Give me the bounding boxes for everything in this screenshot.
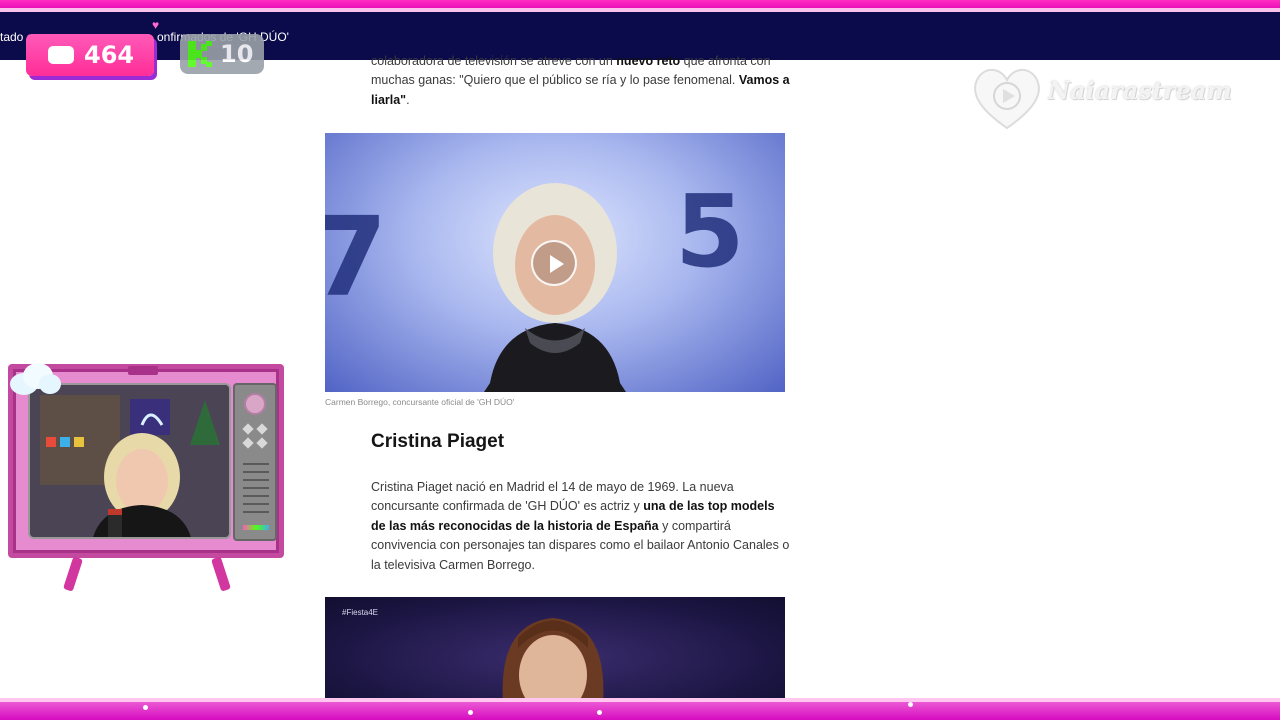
- sparkle-icon: [908, 702, 913, 707]
- tv-knob-icon: [244, 393, 266, 415]
- sparkle-icon: [143, 705, 148, 710]
- background-digit-left: 7: [325, 193, 388, 321]
- video-hashtag: #Fiesta4E: [342, 608, 379, 617]
- tv-color-bar: [243, 525, 269, 530]
- article-paragraph-intro: colaboradora de televisión se atreve con…: [371, 54, 790, 107]
- kick-icon: [188, 41, 212, 67]
- section-heading: Cristina Piaget: [371, 431, 505, 452]
- guest-figure: [502, 618, 604, 698]
- heart-play-logo-icon: [974, 69, 1040, 130]
- tv-button-icon: [242, 423, 254, 435]
- tv-speaker-slot: [243, 463, 269, 465]
- video-player-cristina-piaget[interactable]: #Fiesta4E: [325, 597, 785, 698]
- tv-speaker-slot: [243, 487, 269, 489]
- kick-viewer-counter: 10: [180, 34, 264, 74]
- emphasis-nuevo-reto: nuevo reto: [616, 54, 681, 68]
- tv-leg-right: [210, 556, 232, 592]
- stream-frame-bottom: [0, 698, 1280, 720]
- tv-speaker-slot: [243, 471, 269, 473]
- image-caption: Carmen Borrego, concursante oficial de '…: [325, 397, 515, 407]
- tv-button-icon: [256, 437, 268, 449]
- tv-button-icon: [256, 423, 268, 435]
- heart-icon: ♥: [152, 18, 160, 32]
- watermark-logo-text: Naiarastream: [1048, 76, 1232, 105]
- tv-label: [128, 366, 158, 375]
- stream-frame-top: [0, 0, 1280, 12]
- youtube-viewer-count: 464: [84, 41, 135, 69]
- sparkle-icon: [597, 710, 602, 715]
- tv-speaker-slot: [243, 495, 269, 497]
- channel-watermark: Naiarastream: [968, 58, 1232, 136]
- youtube-icon: [48, 46, 74, 64]
- video-player-carmen-borrego[interactable]: 7 5: [325, 133, 785, 392]
- tv-speaker-slot: [243, 503, 269, 505]
- youtube-viewer-counter: 464: [26, 34, 154, 76]
- tv-button-icon: [242, 437, 254, 449]
- tv-speaker-slot: [243, 511, 269, 513]
- kick-viewer-count: 10: [220, 40, 254, 68]
- play-icon[interactable]: [531, 240, 577, 286]
- tv-speaker-slot: [243, 479, 269, 481]
- streamer-figure: [30, 385, 229, 537]
- background-digit-right: 5: [675, 173, 745, 290]
- tv-leg-left: [62, 556, 84, 592]
- tv-control-panel: [233, 383, 277, 541]
- webcam-feed: [28, 383, 231, 539]
- stream-screen: tado c onfirmados de 'GH DÚO' colaborado…: [0, 0, 1280, 720]
- cloud-icon: [10, 363, 61, 395]
- presenter-figure: [484, 183, 626, 392]
- article-paragraph-body: Cristina Piaget nació en Madrid el 14 de…: [371, 480, 790, 572]
- sparkle-icon: [468, 710, 473, 715]
